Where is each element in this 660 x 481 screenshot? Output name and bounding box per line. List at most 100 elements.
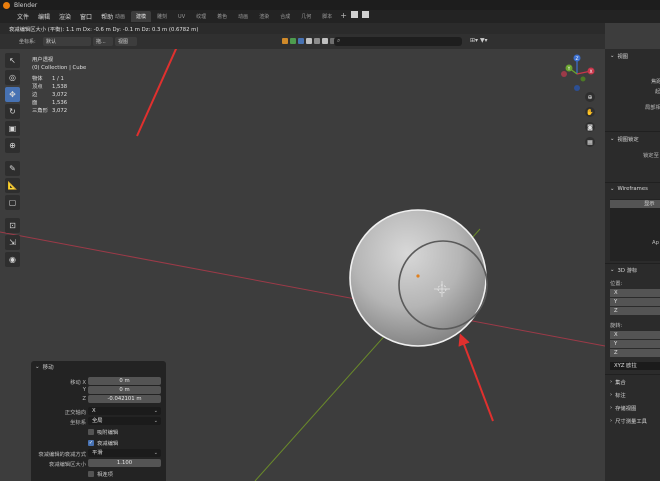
solid-shading-icon[interactable] [306,38,312,44]
tab-workspace[interactable]: 几何 [296,11,316,22]
ortho-grid-icon[interactable]: ▦ [585,137,595,147]
object-origin-dot [416,274,420,278]
rendered-shading-icon[interactable] [322,38,328,44]
add-workspace-icon[interactable]: + [340,11,347,22]
prop-edit-row: ✓ 衰减编辑 [31,439,166,448]
stored-views-panel-header[interactable]: › 存储视图 [605,404,660,412]
gizmo-neg-y-axis[interactable] [580,76,586,82]
wireframe-display-button[interactable]: 显示 [610,200,660,208]
prop-size-field[interactable]: 1.100 [88,459,161,467]
tab-workspace[interactable]: 着色 [212,11,232,22]
pan-hand-icon[interactable]: ✋ [585,107,595,117]
search-input[interactable]: ⌕ [334,37,462,46]
tab-workspace[interactable]: 动画 [233,11,253,22]
collection-text: (0) Collection | Cube [32,65,87,71]
operator-panel-header[interactable]: ⌄ 移动 [31,361,166,372]
tab-workspace[interactable]: 雕刻 [152,11,172,22]
orient-axis-dropdown[interactable]: X ⌄ [88,407,161,415]
gizmo-icon[interactable] [290,38,296,44]
cursor-rotation-y-field[interactable]: Y [610,340,660,348]
move-y-field[interactable]: 0 m [88,386,161,394]
cursor-location-z-field[interactable]: Z [610,307,660,315]
collections-panel-header[interactable]: › 集合 [605,378,660,386]
chevron-down-icon: ⌄ [610,186,615,192]
camera-view-icon[interactable]: ◙ [585,122,595,132]
uv-sphere-object[interactable] [349,209,487,347]
tab-workspace[interactable]: 渲染 [254,11,274,22]
viewport-nav-buttons: ⊕ ✋ ◙ ▦ [585,92,595,147]
stat-row: 面 1,536 [32,100,68,106]
add-cube-tool-icon[interactable]: ▢ [5,195,20,210]
pivot-dropdown[interactable]: 拖... [93,37,113,46]
local-camera-label: 局部相 [645,105,660,111]
snap-checkbox[interactable]: 吸附编辑 [88,428,118,436]
menu-file[interactable]: 文件 [17,12,29,21]
cursor-location-y-field[interactable]: Y [610,298,660,306]
chevron-right-icon: › [610,418,613,424]
move-x-field[interactable]: 0 m [88,377,161,385]
measure-tool-icon[interactable]: 📐 [5,178,20,193]
shear-tool-icon[interactable]: ⇲ [5,235,20,250]
tab-workspace[interactable]: UV [173,11,190,22]
transform-tool-icon[interactable]: ⊕ [5,138,20,153]
zoom-icon[interactable]: ⊕ [585,92,595,102]
scene-icon[interactable] [350,11,358,18]
measureit-panel-header[interactable]: › 尺寸测量工具 [605,417,660,425]
cursor-rotation-x-field[interactable]: X [610,331,660,339]
stat-row: 物体 1 / 1 [32,76,64,82]
checkmark-icon: ✓ [88,440,94,446]
annotation-arrow-top [136,49,178,137]
falloff-row: 衰减编辑的衰减方式 平滑 ⌄ [31,449,166,458]
scale-tool-icon[interactable]: ▣ [5,121,20,136]
collapse-chevron-icon: ⌄ [35,363,40,370]
view-layer-icon[interactable] [361,11,369,18]
orientation-dropdown[interactable]: 默认 [43,37,91,46]
rotate-tool-icon[interactable]: ↻ [5,104,20,119]
move-tool-icon[interactable]: ✥ [5,87,20,102]
tab-workspace[interactable]: 合成 [275,11,295,22]
navigation-gizmo[interactable]: Z X Y [556,52,598,94]
chevron-down-icon: ⌄ [153,408,158,414]
material-shading-icon[interactable] [314,38,320,44]
chevron-down-icon: ⌄ [153,450,158,456]
gizmo-neg-z-axis[interactable] [574,85,580,91]
gizmo-neg-x-axis[interactable] [561,71,567,77]
checkbox-icon [88,471,94,477]
connected-checkbox[interactable]: 相连项 [88,470,113,478]
view-dropdown[interactable]: 视图 [115,37,137,46]
smooth-tool-icon[interactable]: ◉ [5,252,20,267]
overlay-icon[interactable] [282,38,288,44]
select-tool-icon[interactable]: ↖ [5,53,20,68]
coord-dropdown[interactable]: 全局 ⌄ [88,417,161,425]
prop-size-row: 衰减编辑区大小 1.100 [31,459,166,468]
annotation-arrow-bottom [458,333,494,422]
chevron-right-icon: › [610,379,613,385]
menu-render[interactable]: 渲染 [59,12,71,21]
stat-row: 顶点 1,538 [32,84,68,90]
tab-workspace-active[interactable]: 建模 [131,11,152,22]
annotate-tool-icon[interactable]: ✎ [5,161,20,176]
tab-workspace[interactable]: 纹理 [191,11,211,22]
view-panel-header[interactable]: ⌄ 视图 [605,52,660,60]
view-lock-panel-header[interactable]: ⌄ 视图锁定 [605,135,660,143]
3d-cursor-panel-header[interactable]: ⌄ 3D 游标 [605,266,660,274]
n-panel-sidebar: ⌄ 视图 焦距 起 局部相 ⌄ 视图锁定 锁定至 ⌄ Wireframes 显示… [605,49,660,481]
filter-icon[interactable]: ⊞▾ ▼▾ [470,37,488,44]
wireframes-panel-header[interactable]: ⌄ Wireframes [605,186,660,192]
cursor-tool-icon[interactable]: ◎ [5,70,20,85]
falloff-dropdown[interactable]: 平滑 ⌄ [88,449,161,457]
cursor-location-x-field[interactable]: X [610,289,660,297]
menu-edit[interactable]: 编辑 [38,12,50,21]
tool-header: 坐标系: 默认 拖... 视图 ⌕ ⊞▾ ▼▾ [0,34,605,49]
tab-workspace[interactable]: 脚本 [317,11,337,22]
cursor-rotation-z-field[interactable]: Z [610,349,660,357]
xray-icon[interactable] [298,38,304,44]
move-z-field[interactable]: -0.042101 m [88,395,161,403]
extrude-tool-icon[interactable]: ⊡ [5,218,20,233]
prop-edit-checkbox[interactable]: ✓ 衰减编辑 [88,439,118,447]
annotation-panel-header[interactable]: › 标注 [605,391,660,399]
menu-window[interactable]: 窗口 [80,12,92,21]
pivot-value: 拖... [96,39,106,45]
rotation-mode-dropdown[interactable]: XYZ 欧拉 [610,362,660,370]
tab-workspace[interactable]: 动画 [110,11,130,22]
